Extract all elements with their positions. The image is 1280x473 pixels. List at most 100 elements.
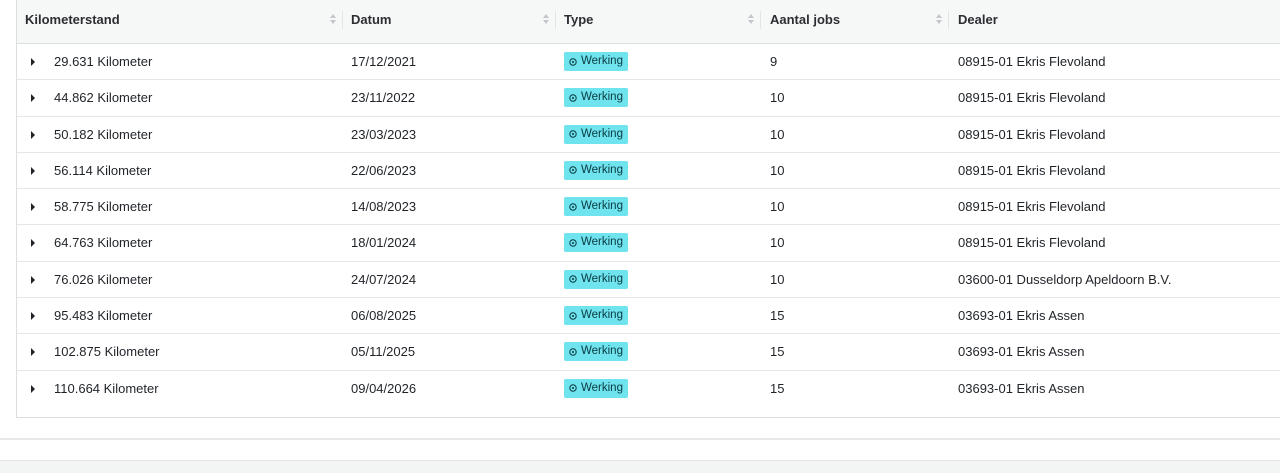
type-badge-label: Werking — [581, 309, 623, 322]
sort-icon[interactable] — [747, 13, 755, 27]
dealer-cell: 08915-01 Ekris Flevoland — [958, 235, 1106, 251]
kilometerstand-cell: 64.763 Kilometer — [54, 235, 153, 251]
aantal-jobs-cell: 10 — [770, 90, 785, 106]
gear-icon — [569, 130, 577, 138]
dealer-cell: 08915-01 Ekris Flevoland — [958, 126, 1106, 142]
sort-icon[interactable] — [542, 13, 550, 27]
aantal-jobs-cell: 10 — [770, 271, 785, 287]
table-row[interactable]: 95.483 Kilometer 06/08/2025 Werking 15 0… — [17, 298, 1280, 335]
type-badge-label: Werking — [581, 381, 623, 394]
column-divider — [555, 11, 556, 29]
kilometerstand-cell: 29.631 Kilometer — [54, 54, 153, 69]
aantal-jobs-cell: 15 — [770, 308, 785, 324]
column-header-aantal-jobs[interactable]: Aantal jobs — [770, 0, 840, 43]
type-badge: Werking — [564, 269, 628, 289]
type-badge: Werking — [564, 378, 628, 398]
aantal-jobs-cell: 9 — [770, 54, 778, 69]
section-divider — [0, 438, 1280, 440]
type-badge-label: Werking — [581, 345, 623, 358]
page-footer-area — [0, 460, 1280, 473]
gear-icon — [569, 239, 577, 247]
type-badge-label: Werking — [581, 91, 623, 104]
caret-right-icon[interactable] — [28, 311, 38, 321]
kilometerstand-cell: 102.875 Kilometer — [54, 344, 160, 360]
column-header-kilometerstand[interactable]: Kilometerstand — [25, 0, 120, 43]
gear-icon — [569, 348, 577, 356]
aantal-jobs-cell: 10 — [770, 162, 785, 178]
caret-right-icon[interactable] — [28, 384, 38, 394]
dealer-cell: 03693-01 Ekris Assen — [958, 344, 1085, 360]
kilometerstand-cell: 76.026 Kilometer — [54, 271, 153, 287]
aantal-jobs-cell: 10 — [770, 126, 785, 142]
table-row[interactable]: 29.631 Kilometer 17/12/2021 Werking 9 08… — [17, 44, 1280, 81]
datum-cell: 18/01/2024 — [351, 235, 417, 251]
caret-right-icon[interactable] — [28, 130, 38, 140]
kilometerstand-cell: 110.664 Kilometer — [54, 380, 159, 396]
caret-right-icon[interactable] — [28, 93, 38, 103]
gear-icon — [569, 275, 577, 283]
type-badge: Werking — [564, 306, 628, 326]
service-history-table: Kilometerstand Datum Type Aantal jobs De… — [16, 0, 1280, 418]
column-header-datum[interactable]: Datum — [351, 0, 391, 43]
gear-icon — [569, 384, 577, 392]
table-row[interactable]: 64.763 Kilometer 18/01/2024 Werking 10 0… — [17, 225, 1280, 262]
table-body: 29.631 Kilometer 17/12/2021 Werking 9 08… — [17, 44, 1280, 407]
caret-right-icon[interactable] — [28, 347, 38, 357]
type-badge: Werking — [564, 124, 628, 144]
column-divider — [760, 11, 761, 29]
table-row[interactable]: 44.862 Kilometer 23/11/2022 Werking 10 0… — [17, 80, 1280, 117]
aantal-jobs-cell: 15 — [770, 380, 785, 396]
table-row[interactable]: 58.775 Kilometer 14/08/2023 Werking 10 0… — [17, 189, 1280, 226]
type-badge: Werking — [564, 233, 628, 253]
gear-icon — [569, 202, 577, 211]
page: Kilometerstand Datum Type Aantal jobs De… — [0, 0, 1280, 473]
sort-icon[interactable] — [329, 13, 337, 27]
aantal-jobs-cell: 15 — [770, 344, 785, 360]
caret-right-icon[interactable] — [28, 238, 38, 248]
kilometerstand-cell: 50.182 Kilometer — [54, 126, 153, 142]
datum-cell: 24/07/2024 — [351, 271, 417, 287]
datum-cell: 23/03/2023 — [351, 126, 417, 142]
table-row[interactable]: 76.026 Kilometer 24/07/2024 Werking 10 0… — [17, 262, 1280, 299]
kilometerstand-cell: 44.862 Kilometer — [54, 90, 153, 106]
datum-cell: 22/06/2023 — [351, 162, 417, 178]
type-badge-label: Werking — [581, 272, 623, 285]
type-badge: Werking — [564, 160, 628, 180]
datum-cell: 09/04/2026 — [351, 380, 417, 396]
gear-icon — [569, 94, 577, 102]
datum-cell: 23/11/2022 — [351, 90, 416, 106]
table-row[interactable]: 50.182 Kilometer 23/03/2023 Werking 10 0… — [17, 117, 1280, 153]
type-badge: Werking — [564, 88, 628, 108]
type-badge-label: Werking — [581, 200, 623, 213]
sort-icon[interactable] — [935, 13, 943, 27]
gear-icon — [569, 311, 577, 320]
datum-cell: 05/11/2025 — [351, 344, 416, 360]
kilometerstand-cell: 58.775 Kilometer — [54, 199, 153, 215]
column-divider — [342, 11, 343, 29]
kilometerstand-cell: 95.483 Kilometer — [54, 308, 153, 324]
datum-cell: 06/08/2025 — [351, 308, 417, 324]
table-row[interactable]: 110.664 Kilometer 09/04/2026 Werking 15 … — [17, 371, 1280, 407]
table-row[interactable]: 56.114 Kilometer 22/06/2023 Werking 10 0… — [17, 153, 1280, 190]
dealer-cell: 03693-01 Ekris Assen — [958, 380, 1085, 396]
dealer-cell: 08915-01 Ekris Flevoland — [958, 199, 1106, 215]
dealer-cell: 08915-01 Ekris Flevoland — [958, 90, 1106, 106]
type-badge: Werking — [564, 52, 628, 71]
type-badge-label: Werking — [581, 127, 623, 140]
table-row[interactable]: 102.875 Kilometer 05/11/2025 Werking 15 … — [17, 334, 1280, 371]
column-header-type[interactable]: Type — [564, 0, 593, 43]
caret-right-icon[interactable] — [28, 275, 38, 285]
caret-right-icon[interactable] — [28, 202, 38, 212]
column-header-dealer[interactable]: Dealer — [958, 0, 998, 43]
column-divider — [948, 11, 949, 29]
caret-right-icon[interactable] — [28, 166, 38, 176]
aantal-jobs-cell: 10 — [770, 199, 785, 215]
caret-right-icon[interactable] — [28, 57, 38, 67]
kilometerstand-cell: 56.114 Kilometer — [54, 162, 152, 178]
type-badge: Werking — [564, 197, 628, 217]
type-badge: Werking — [564, 342, 628, 362]
dealer-cell: 08915-01 Ekris Flevoland — [958, 162, 1106, 178]
dealer-cell: 03693-01 Ekris Assen — [958, 308, 1085, 324]
aantal-jobs-cell: 10 — [770, 235, 785, 251]
type-badge-label: Werking — [581, 55, 623, 67]
